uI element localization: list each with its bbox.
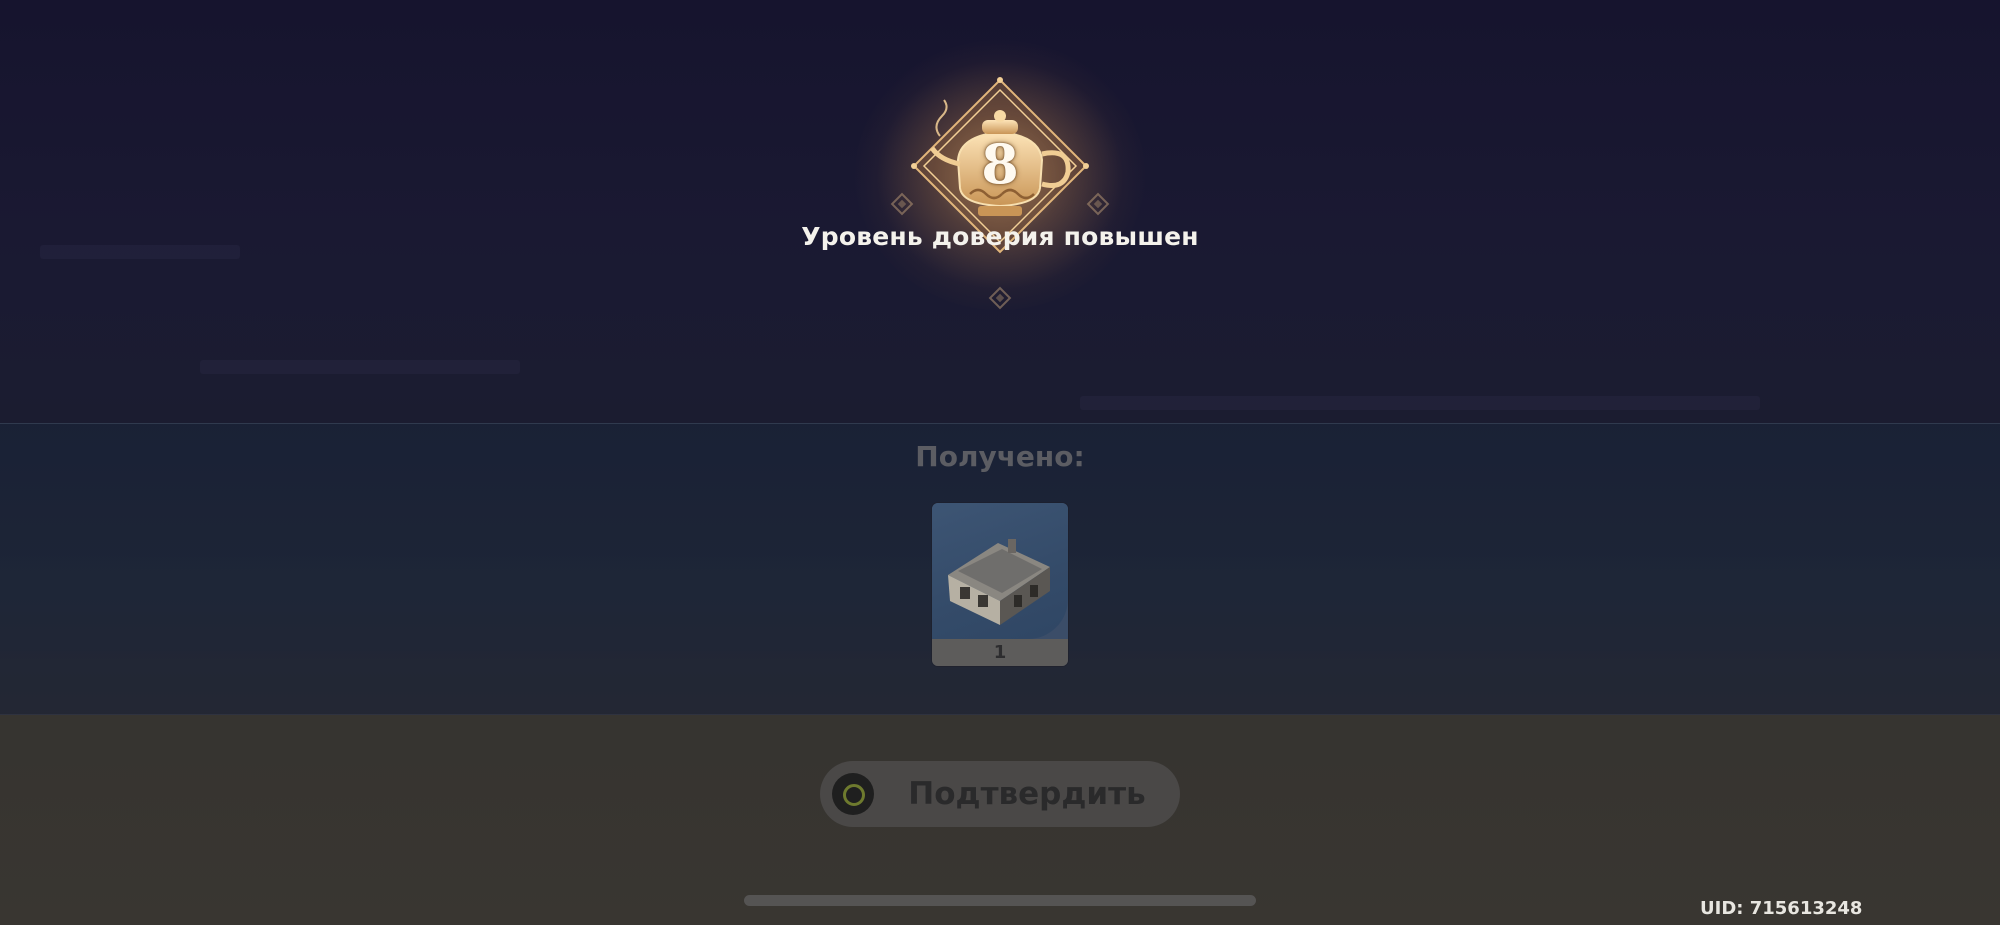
background-decor <box>40 245 240 259</box>
reward-item-count: 1 <box>932 639 1068 666</box>
received-label: Получено: <box>915 440 1085 473</box>
confirm-button[interactable]: Подтвердить <box>820 761 1180 827</box>
trust-level-number: 8 <box>981 132 1019 196</box>
reward-item-card[interactable]: 1 <box>932 503 1068 666</box>
background-decor <box>200 360 520 374</box>
confirm-button-label: Подтвердить <box>908 776 1146 812</box>
house-icon <box>932 503 1068 639</box>
background-decor <box>1080 396 1760 410</box>
uid-label: UID: 715613248 <box>1700 898 1863 919</box>
home-indicator[interactable] <box>744 895 1256 906</box>
circle-button-icon <box>832 773 874 815</box>
trust-level-title: Уровень доверия повышен <box>801 222 1199 251</box>
trust-level-up-screen: 8 Уровень доверия повышен Получено: 1 По… <box>0 0 2000 925</box>
